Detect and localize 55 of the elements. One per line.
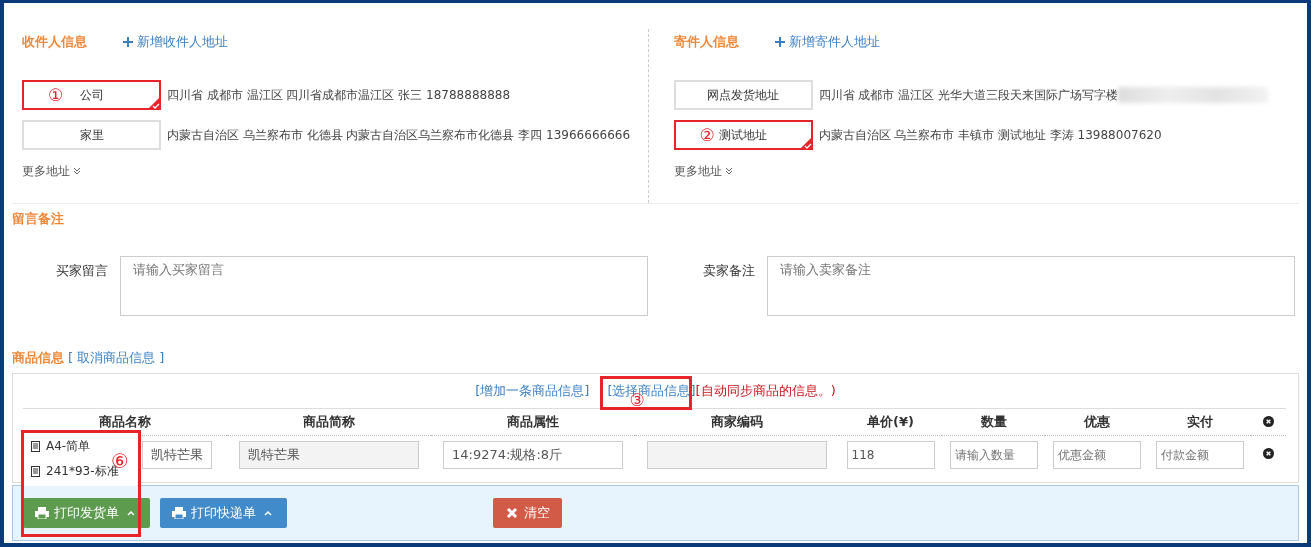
table-input-field[interactable]: 付款金额 [1155, 441, 1244, 469]
document-icon [31, 466, 40, 477]
selected-check-icon [799, 137, 812, 149]
section-title: 寄件人信息 [673, 33, 739, 51]
sync-note: [自动同步商品的信息。) [695, 382, 836, 400]
cancel-goods-link[interactable]: [ 取消商品信息 ] [68, 349, 165, 367]
remark-field[interactable]: 请输入卖家备注 [766, 256, 1295, 316]
table-input-field[interactable]: 118 [846, 441, 935, 469]
remove-icon [1263, 448, 1274, 459]
chevron-down-icon [724, 167, 733, 175]
more-addresses-link[interactable]: 更多地址 [673, 163, 733, 180]
annotation-number: ① [48, 84, 64, 106]
add-address-link[interactable]: 新增寄件人地址 [774, 33, 880, 51]
remove-icon [1263, 415, 1274, 427]
remark-field[interactable]: 请输入买家留言 [120, 256, 648, 316]
action-button[interactable]: 打印快递单 [160, 498, 287, 528]
column-header: 商品简称 [227, 408, 431, 436]
address-tag-button[interactable]: ① 公司 [22, 80, 161, 110]
table-input-field: 凯特芒果 [239, 441, 419, 469]
address-text: 四川省 成都市 温江区 四川省成都市温江区 张三 18788888888 [167, 86, 511, 104]
section-title: 商品信息 [12, 349, 64, 367]
plus-icon [774, 37, 785, 47]
address-text: 四川省 成都市 温江区 光华大道三段天来国际广场写字楼 [818, 86, 1118, 104]
column-header: 商家编码 [635, 408, 839, 436]
menu-item[interactable]: A4-简单 [23, 434, 93, 459]
table-input-field[interactable]: 14:9274:规格:8斤 [443, 441, 623, 469]
chevron-down-icon [73, 167, 81, 175]
address-text: 内蒙古自治区 乌兰察布市 丰镇市 测试地址 李涛 13988007620 [818, 126, 1162, 144]
column-header: 单价(¥) [839, 408, 942, 436]
printer-icon [172, 507, 186, 519]
address-tag-button[interactable]: 家里 [22, 120, 161, 150]
field-label: 卖家备注 [701, 262, 756, 280]
section-title: 收件人信息 [22, 33, 87, 51]
plus-icon [123, 37, 133, 47]
column-header: 数量 [942, 408, 1045, 436]
table-input-field[interactable]: 请输入数量 [949, 441, 1038, 469]
column-header: 实付 [1148, 408, 1251, 436]
column-header: 优惠 [1045, 408, 1148, 436]
clear-icon [505, 507, 519, 519]
table-input-field[interactable]: 优惠金额 [1052, 441, 1141, 469]
add-goods-link[interactable]: [增加一条商品信息] [475, 382, 590, 400]
section-title: 留言备注 [12, 211, 64, 226]
annotation-number: ② [699, 124, 715, 146]
action-button[interactable]: 清空 [493, 498, 562, 528]
printer-icon [35, 507, 49, 519]
field-label: 买家留言 [55, 262, 109, 280]
address-text: 内蒙古自治区 乌兰察布市 化德县 内蒙古自治区乌兰察布市化德县 李四 13966666666 [167, 126, 631, 144]
column-header: 商品属性 [431, 408, 635, 436]
table-input-field[interactable]: 凯特芒果 [142, 441, 212, 469]
selected-check-icon [148, 97, 160, 109]
address-tag-button[interactable]: ② 测试地址 [673, 120, 813, 150]
document-icon [31, 441, 40, 452]
add-address-link[interactable]: 新增收件人地址 [123, 33, 228, 51]
address-tag-button[interactable]: 网点发货地址 [673, 80, 813, 110]
more-addresses-link[interactable]: 更多地址 [22, 163, 81, 180]
